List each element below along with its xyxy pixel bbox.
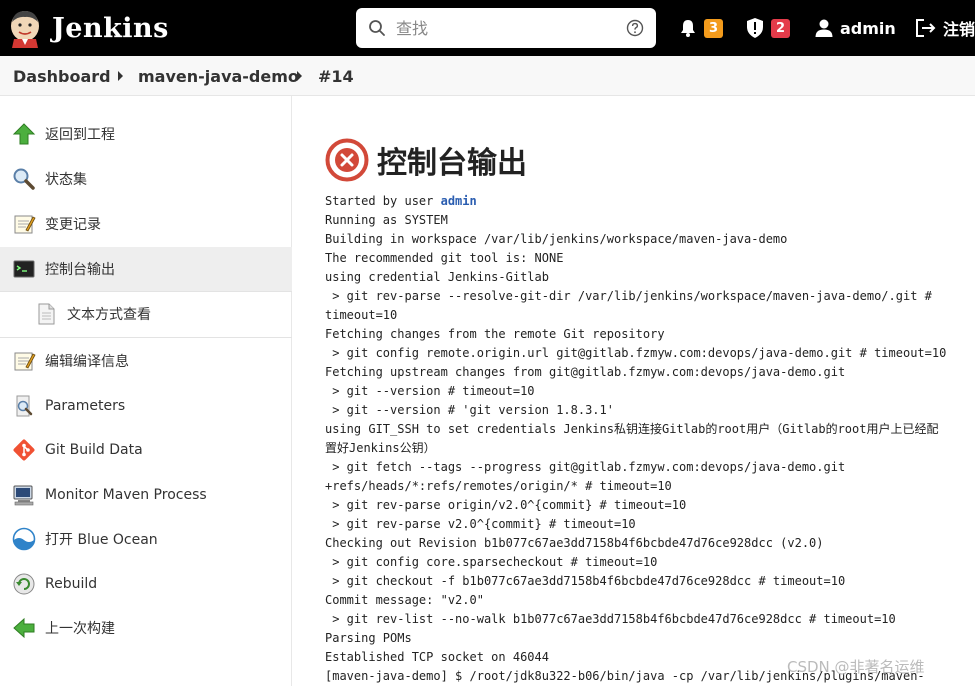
document-icon <box>38 303 55 325</box>
sidebar-item-label: Parameters <box>45 398 126 414</box>
page-heading: 控制台输出 <box>325 138 527 182</box>
page-title: 控制台输出 <box>377 146 527 181</box>
sidebar-item-label: 返回到工程 <box>45 127 115 143</box>
console-line: The recommended git tool is: NONE <box>325 251 564 265</box>
breadcrumb: Dashboard maven-java-demo #14 <box>0 56 975 96</box>
console-line: +refs/heads/*:refs/remotes/origin/* # ti… <box>325 479 672 493</box>
rebuild-icon <box>13 573 35 595</box>
sidebar-item-label: 打开 Blue Ocean <box>45 532 158 548</box>
main-content: 控制台输出 Started by user admin Running as S… <box>293 96 975 686</box>
console-line: timeout=10 <box>325 308 398 322</box>
console-line: > git --version # 'git version 1.8.3.1' <box>325 403 614 417</box>
jenkins-home-link[interactable]: Jenkins <box>8 6 169 50</box>
console-line: Building in workspace /var/lib/jenkins/w… <box>325 232 788 246</box>
sidebar-item-git-build-data[interactable]: Git Build Data <box>0 428 292 472</box>
logout-button[interactable]: 注销 <box>915 14 975 42</box>
breadcrumb-build[interactable]: #14 <box>318 67 354 86</box>
sidebar-item-changes[interactable]: 变更记录 <box>0 202 292 246</box>
sidebar-item-label: 变更记录 <box>45 217 101 233</box>
console-line: Commit message: "v2.0" <box>325 593 484 607</box>
sidebar-item-edit-build-info[interactable]: 编辑编译信息 <box>0 339 292 383</box>
terminal-icon <box>13 260 35 278</box>
breadcrumb-separator[interactable] <box>118 71 123 81</box>
jenkins-logo-icon <box>11 11 39 48</box>
console-line: > git rev-list --no-walk b1b077c67ae3dd7… <box>325 612 896 626</box>
up-arrow-icon <box>12 123 36 145</box>
sidebar-item-console-output[interactable]: 控制台输出 <box>0 247 292 291</box>
sidebar-item-label: Monitor Maven Process <box>45 487 207 503</box>
back-arrow-icon <box>13 617 35 639</box>
console-line: Parsing POMs <box>325 631 412 645</box>
search-icon <box>369 20 385 36</box>
console-line: using GIT_SSH to set credentials Jenkins… <box>325 422 939 436</box>
console-line: 置好Jenkins公钥） <box>325 441 436 455</box>
sidebar-item-monitor-maven-process[interactable]: Monitor Maven Process <box>0 473 292 517</box>
sidebar-item-previous-build[interactable]: 上一次构建 <box>0 606 292 650</box>
console-line: Started by user admin <box>325 194 477 208</box>
sidebar-item-label: Rebuild <box>45 576 98 592</box>
console-line: > git checkout -f b1b077c67ae3dd7158b4f6… <box>325 574 846 588</box>
console-line: Fetching upstream changes from git@gitla… <box>325 365 846 379</box>
sidebar-item-back-to-project[interactable]: 返回到工程 <box>0 112 292 156</box>
magnifier-doc-icon <box>16 395 33 417</box>
build-failed-icon <box>325 138 369 182</box>
top-header: Jenkins 3 2 admin <box>0 0 975 56</box>
search-input[interactable] <box>396 16 616 40</box>
sidebar-item-label: Git Build Data <box>45 442 143 458</box>
notifications-button[interactable]: 3 <box>678 14 723 42</box>
sidebar-item-label: 文本方式查看 <box>67 307 151 323</box>
notepad-icon <box>14 215 36 234</box>
bell-icon <box>681 20 695 37</box>
sidebar-item-label: 控制台输出 <box>45 262 115 278</box>
security-badge: 2 <box>771 18 790 38</box>
git-icon <box>13 439 35 461</box>
console-line: > git config remote.origin.url git@gitla… <box>325 346 947 360</box>
console-line: using credential Jenkins-Gitlab <box>325 270 549 284</box>
console-line: Checking out Revision b1b077c67ae3dd7158… <box>325 536 824 550</box>
user-menu[interactable]: admin <box>814 14 896 42</box>
console-line: > git --version # timeout=10 <box>325 384 535 398</box>
logout-icon <box>916 19 936 37</box>
sidebar: 返回到工程 状态集 变更记录 控制台输出 文本方式查看 编辑编译信息 Param… <box>0 96 292 686</box>
sidebar-item-view-as-plain-text[interactable]: 文本方式查看 <box>0 292 292 336</box>
sidebar-item-open-blue-ocean[interactable]: 打开 Blue Ocean <box>0 517 292 561</box>
magnifier-icon <box>13 168 35 190</box>
breadcrumb-job[interactable]: maven-java-demo <box>138 67 299 86</box>
console-line: Fetching changes from the remote Git rep… <box>325 327 665 341</box>
shield-icon <box>747 18 763 38</box>
console-line: > git fetch --tags --progress git@gitlab… <box>325 460 846 474</box>
sidebar-item-label: 状态集 <box>45 172 87 188</box>
computer-icon <box>13 485 34 506</box>
brand-name: Jenkins <box>52 12 169 44</box>
console-line: > git rev-parse --resolve-git-dir /var/l… <box>325 289 932 303</box>
search-box <box>356 8 656 48</box>
sidebar-item-parameters[interactable]: Parameters <box>0 384 292 428</box>
user-name: admin <box>840 18 896 38</box>
console-user-link[interactable]: admin <box>441 194 477 208</box>
breadcrumb-separator[interactable] <box>297 71 302 81</box>
notifications-badge: 3 <box>704 18 723 38</box>
sidebar-item-label: 编辑编译信息 <box>45 354 129 370</box>
console-line: > git rev-parse origin/v2.0^{commit} # t… <box>325 498 687 512</box>
sidebar-item-label: 上一次构建 <box>45 621 115 637</box>
console-line: > git config core.sparsecheckout # timeo… <box>325 555 658 569</box>
sidebar-item-rebuild[interactable]: Rebuild <box>0 562 292 606</box>
watermark: CSDN @非著名运维 <box>787 658 925 676</box>
help-icon[interactable] <box>626 19 644 37</box>
blue-ocean-icon <box>12 527 36 551</box>
notepad-icon <box>14 352 36 371</box>
security-button[interactable]: 2 <box>745 14 790 42</box>
console-line: Running as SYSTEM <box>325 213 448 227</box>
breadcrumb-dashboard[interactable]: Dashboard <box>13 67 111 86</box>
sidebar-divider <box>0 337 292 338</box>
sidebar-item-status[interactable]: 状态集 <box>0 157 292 201</box>
console-output: Started by user admin Running as SYSTEM … <box>325 192 965 686</box>
logout-label: 注销 <box>943 20 975 39</box>
console-line: > git rev-parse v2.0^{commit} # timeout=… <box>325 517 636 531</box>
user-icon <box>815 19 833 37</box>
